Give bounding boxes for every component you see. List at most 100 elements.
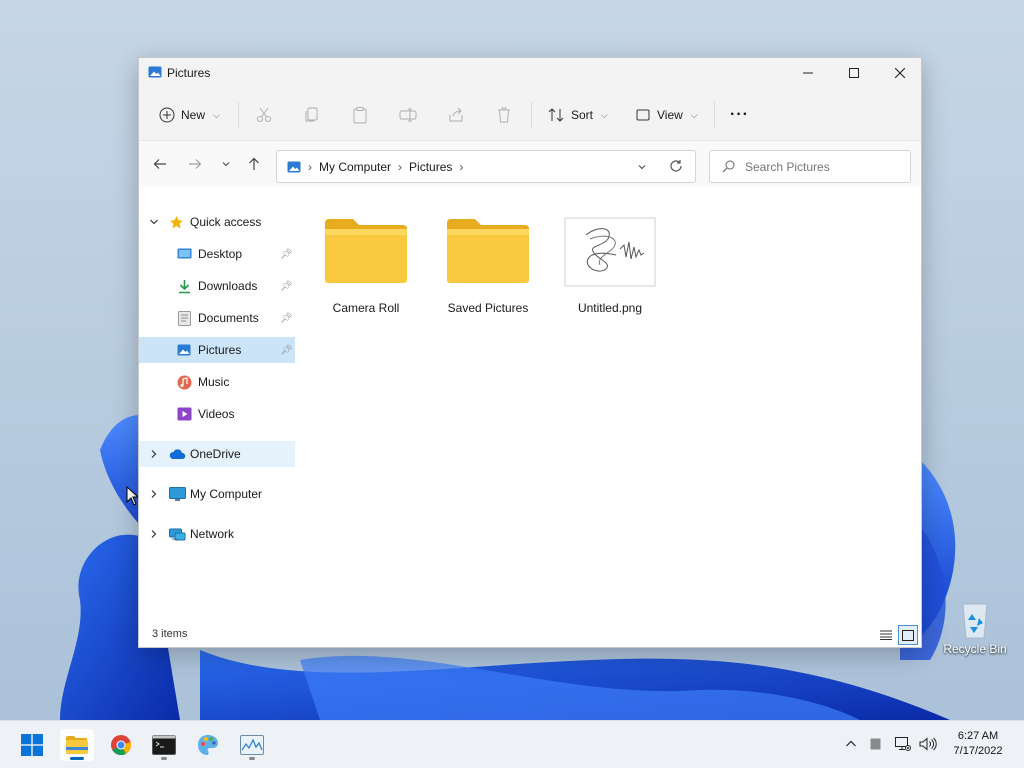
clock-date: 7/17/2022 bbox=[953, 745, 1003, 757]
new-button[interactable]: New ⌵ bbox=[159, 102, 220, 128]
pictures-icon bbox=[148, 66, 162, 78]
sidebar-item-label: Music bbox=[198, 375, 230, 389]
volume-icon[interactable] bbox=[919, 737, 937, 751]
video-icon bbox=[177, 407, 192, 421]
chevron-right-icon[interactable] bbox=[149, 449, 159, 459]
computer-icon bbox=[169, 486, 186, 501]
breadcrumb-my-computer[interactable]: My Computer bbox=[319, 160, 391, 174]
large-icons-view-button[interactable] bbox=[898, 625, 918, 645]
sidebar-item-quick-access[interactable]: Quick access bbox=[139, 209, 295, 235]
rename-button[interactable] bbox=[399, 102, 417, 128]
tiles-icon bbox=[902, 629, 914, 641]
stop-icon[interactable] bbox=[870, 738, 881, 750]
pin-icon[interactable]: 📌︎ bbox=[280, 281, 293, 292]
folder-tile[interactable]: Camera Roll bbox=[316, 217, 416, 315]
sidebar-item-label: Videos bbox=[198, 407, 235, 421]
sidebar-item-network[interactable]: Network bbox=[139, 521, 295, 547]
chevron-down-icon[interactable] bbox=[149, 217, 159, 227]
chrome-icon bbox=[111, 735, 132, 756]
sort-button[interactable]: Sort ⌵ bbox=[547, 102, 608, 128]
close-button[interactable] bbox=[877, 58, 923, 88]
taskbar-chrome[interactable] bbox=[104, 729, 138, 761]
pictures-icon bbox=[177, 344, 191, 356]
file-list: Camera Roll Saved Pictures Untitled.png bbox=[309, 187, 919, 617]
taskbar-task-manager[interactable] bbox=[235, 729, 269, 761]
network-status-icon[interactable] bbox=[895, 737, 911, 751]
title-bar[interactable]: Pictures bbox=[139, 58, 921, 88]
new-label: New bbox=[181, 108, 206, 122]
cloud-icon bbox=[169, 449, 186, 459]
share-button[interactable] bbox=[447, 102, 465, 128]
folder-tile[interactable]: Saved Pictures bbox=[438, 217, 538, 315]
view-button[interactable]: View ⌵ bbox=[635, 102, 698, 128]
download-icon bbox=[179, 279, 190, 293]
chevron-down-icon bbox=[222, 162, 230, 167]
chevron-down-icon: ⌵ bbox=[213, 109, 220, 120]
search-input[interactable] bbox=[745, 159, 895, 174]
sidebar-item-label: OneDrive bbox=[190, 447, 241, 461]
breadcrumb-pictures[interactable]: Pictures bbox=[409, 160, 452, 174]
sort-label: Sort bbox=[571, 108, 594, 122]
pin-icon[interactable]: 📌︎ bbox=[280, 249, 293, 260]
sidebar-item-documents[interactable]: Documents 📌︎ bbox=[139, 305, 295, 331]
taskbar-terminal[interactable] bbox=[147, 729, 181, 761]
clock-time: 6:27 AM bbox=[957, 730, 999, 742]
pin-icon[interactable]: 📌︎ bbox=[280, 345, 293, 356]
folder-icon bbox=[447, 219, 529, 283]
taskbar: 6:27 AM 7/17/2022 bbox=[0, 720, 1024, 768]
copy-icon bbox=[305, 107, 318, 122]
search-icon bbox=[722, 160, 735, 173]
chevron-down-icon[interactable] bbox=[637, 162, 647, 172]
sidebar-item-my-computer[interactable]: My Computer bbox=[139, 481, 295, 507]
paste-button[interactable] bbox=[351, 102, 369, 128]
delete-button[interactable] bbox=[495, 102, 513, 128]
sidebar-item-desktop[interactable]: Desktop 📌︎ bbox=[139, 241, 295, 267]
pin-icon[interactable]: 📌︎ bbox=[280, 313, 293, 324]
sidebar-item-downloads[interactable]: Downloads 📌︎ bbox=[139, 273, 295, 299]
view-label: View bbox=[657, 108, 683, 122]
refresh-icon[interactable] bbox=[669, 159, 683, 173]
chevron-down-icon: ⌵ bbox=[690, 109, 698, 120]
sort-icon bbox=[548, 108, 564, 122]
chevron-right-icon[interactable] bbox=[149, 529, 159, 539]
image-file-tile[interactable]: Untitled.png bbox=[560, 217, 660, 315]
back-button[interactable] bbox=[149, 153, 171, 175]
sidebar-item-onedrive[interactable]: OneDrive bbox=[139, 441, 295, 467]
recent-locations-button[interactable] bbox=[215, 153, 237, 175]
up-button[interactable] bbox=[243, 153, 265, 175]
toolbar-separator bbox=[714, 102, 715, 128]
chevron-up-icon[interactable] bbox=[845, 738, 857, 750]
sidebar-item-pictures[interactable]: Pictures 📌︎ bbox=[139, 337, 295, 363]
file-explorer-window: Pictures New ⌵ Sort ⌵ View ⌵ ··· › My Co… bbox=[138, 57, 922, 648]
status-bar: 3 items bbox=[139, 623, 921, 647]
taskbar-paint[interactable] bbox=[191, 729, 225, 761]
sidebar-item-videos[interactable]: Videos bbox=[139, 401, 295, 427]
minimize-button[interactable] bbox=[785, 58, 831, 88]
pictures-icon bbox=[287, 161, 301, 172]
task-manager-icon bbox=[240, 735, 264, 755]
start-button[interactable] bbox=[15, 729, 49, 761]
clock[interactable]: 6:27 AM 7/17/2022 bbox=[944, 729, 1012, 759]
taskbar-file-explorer[interactable] bbox=[60, 729, 94, 761]
forward-button[interactable] bbox=[184, 153, 206, 175]
file-name: Saved Pictures bbox=[447, 301, 529, 315]
chevron-right-icon[interactable] bbox=[149, 489, 159, 499]
star-icon bbox=[170, 215, 183, 228]
cut-button[interactable] bbox=[255, 102, 273, 128]
desktop-icon bbox=[177, 248, 192, 258]
maximize-button[interactable] bbox=[831, 58, 877, 88]
address-bar[interactable]: › My Computer › Pictures › bbox=[276, 150, 696, 183]
more-options-button[interactable]: ··· bbox=[730, 102, 749, 128]
paint-palette-icon bbox=[198, 735, 218, 755]
sidebar-item-music[interactable]: Music bbox=[139, 369, 295, 395]
details-view-button[interactable] bbox=[877, 626, 895, 644]
copy-button[interactable] bbox=[303, 102, 321, 128]
trash-icon bbox=[498, 107, 510, 123]
active-indicator bbox=[70, 757, 84, 760]
search-box[interactable] bbox=[709, 150, 911, 183]
add-icon bbox=[159, 107, 175, 123]
share-icon bbox=[449, 107, 463, 122]
running-indicator bbox=[161, 757, 167, 760]
recycle-bin[interactable]: Recycle Bin bbox=[940, 598, 1010, 664]
window-title: Pictures bbox=[167, 66, 211, 80]
